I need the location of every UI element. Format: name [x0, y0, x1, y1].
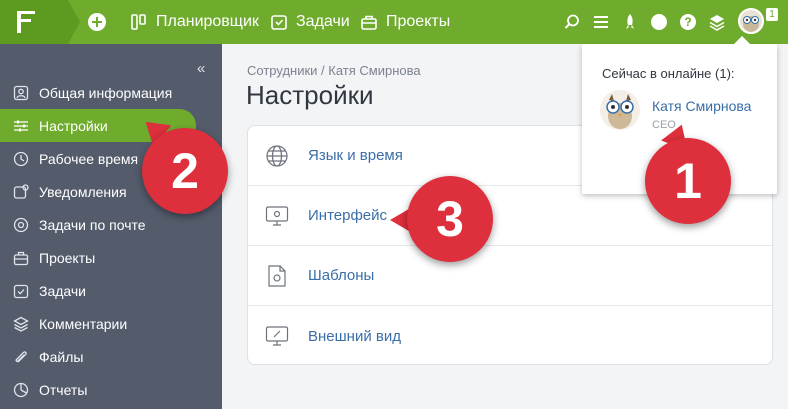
clock-icon — [12, 150, 30, 168]
page-title: Настройки — [246, 80, 374, 110]
planner-icon — [131, 14, 146, 30]
online-user-name[interactable]: Катя Смирнова — [652, 98, 751, 114]
settings-row-label: Внешний вид — [308, 327, 401, 345]
callout-2: 2 — [142, 128, 228, 214]
projects-icon — [361, 15, 377, 30]
sidebar-item-label: Общая информация — [39, 84, 173, 101]
online-popup-title: Сейчас в онлайне (1): — [602, 66, 735, 81]
layers-icon — [709, 15, 725, 31]
hamburger-icon — [594, 16, 608, 28]
mail-icon — [12, 216, 30, 234]
night-mode-button[interactable] — [649, 12, 669, 32]
top-bar: Планировщик Задачи Проекты ? 1 — [0, 0, 788, 44]
nav-tasks[interactable]: Задачи — [270, 0, 350, 44]
settings-row-appearance[interactable]: Внешний вид — [248, 306, 772, 364]
online-count-badge: 1 — [766, 8, 778, 21]
flag-logo-icon — [17, 11, 35, 33]
projects-icon — [12, 249, 30, 267]
globe-icon — [264, 143, 290, 169]
layers-button[interactable] — [707, 12, 727, 32]
sidebar-item-label: Файлы — [39, 348, 84, 365]
sidebar-item-label: Проекты — [39, 249, 96, 266]
sidebar-item-reports[interactable]: Отчеты — [0, 373, 222, 406]
nav-planner[interactable]: Планировщик — [130, 0, 259, 44]
callout-1: 1 — [645, 138, 731, 224]
settings-row-label: Язык и время — [308, 147, 403, 164]
settings-row-label: Шаблоны — [308, 267, 375, 284]
sidebar-item-tasks[interactable]: Задачи — [0, 274, 222, 307]
sidebar-item-label: Уведомления — [39, 183, 127, 200]
app-logo[interactable] — [0, 0, 80, 44]
sidebar: « Общая информация Настройки Рабочее вре… — [0, 44, 222, 409]
reports-icon — [12, 381, 30, 399]
menu-button[interactable] — [591, 12, 611, 32]
sidebar-item-files[interactable]: Файлы — [0, 340, 222, 373]
owl-avatar-icon — [743, 16, 759, 32]
online-user-avatar[interactable] — [600, 90, 640, 130]
owl-avatar-icon — [606, 94, 634, 129]
document-gear-icon — [264, 263, 290, 289]
nav-projects-label: Проекты — [386, 13, 451, 30]
search-icon — [564, 14, 579, 29]
add-button[interactable] — [88, 13, 106, 31]
nav-tasks-label: Задачи — [296, 13, 350, 30]
notifications-icon — [12, 183, 30, 201]
nav-planner-label: Планировщик — [156, 13, 259, 30]
help-icon: ? — [680, 14, 696, 30]
person-icon — [12, 84, 30, 102]
user-avatar[interactable] — [738, 8, 764, 34]
files-icon — [12, 348, 30, 366]
sidebar-item-projects[interactable]: Проекты — [0, 241, 222, 274]
settings-sliders-icon — [12, 117, 30, 135]
moon-icon — [651, 14, 667, 30]
sidebar-item-label: Отчеты — [39, 381, 88, 398]
collapse-sidebar-button[interactable]: « — [197, 60, 205, 77]
sidebar-item-label: Комментарии — [39, 315, 128, 332]
monitor-gear-icon — [264, 203, 290, 229]
sidebar-item-general-info[interactable]: Общая информация — [0, 76, 222, 109]
sidebar-item-comments[interactable]: Комментарии — [0, 307, 222, 340]
sidebar-item-label: Задачи — [39, 282, 87, 299]
breadcrumb[interactable]: Сотрудники / Катя Смирнова — [247, 63, 421, 78]
sidebar-item-label: Задачи по почте — [39, 216, 146, 233]
callout-3: 3 — [407, 176, 493, 262]
help-button[interactable]: ? — [678, 12, 698, 32]
tasks-icon — [12, 282, 30, 300]
rocket-button[interactable] — [620, 12, 640, 32]
nav-projects[interactable]: Проекты — [360, 0, 450, 44]
rocket-icon — [626, 14, 634, 29]
tasks-icon — [271, 15, 287, 30]
monitor-brush-icon — [264, 323, 290, 349]
sidebar-item-label: Рабочее время — [39, 150, 139, 167]
sidebar-item-label: Настройки — [39, 117, 108, 134]
settings-row-templates[interactable]: Шаблоны — [248, 246, 772, 306]
search-button[interactable] — [562, 12, 582, 32]
settings-row-label: Интерфейс — [308, 207, 388, 224]
layers-icon — [12, 315, 30, 333]
